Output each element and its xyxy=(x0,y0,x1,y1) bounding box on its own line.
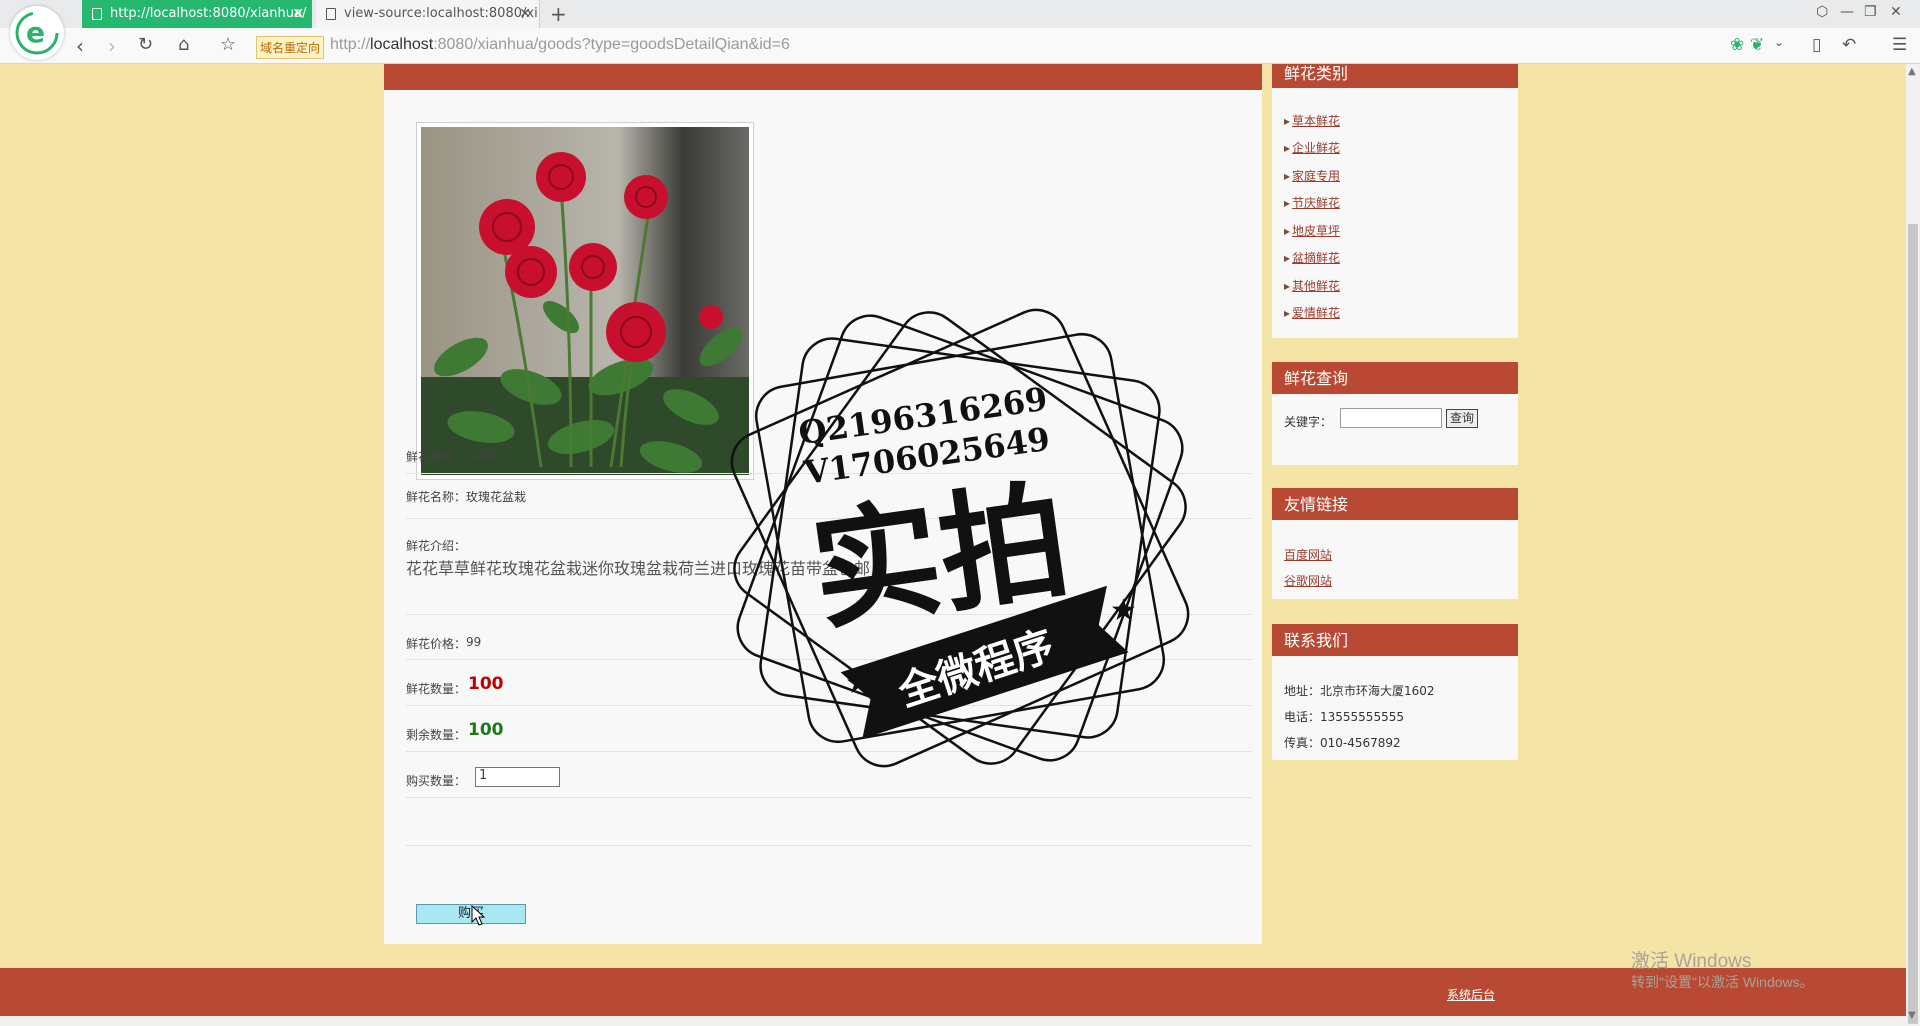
url-prefix: http:// xyxy=(330,36,371,53)
contact-phone: 电话：13555555555 xyxy=(1284,710,1404,724)
close-icon[interactable]: ✕ xyxy=(292,0,304,28)
new-tab-plus-icon[interactable]: + xyxy=(550,2,567,26)
product-intro-row: 鲜花介绍： 花花草草鲜花玫瑰花盆栽迷你玫瑰盆栽荷兰进口玫瑰花苗带盆包邮 xyxy=(406,519,1252,615)
friend-links-title: 友情链接 xyxy=(1272,488,1518,522)
category-link-lawn[interactable]: 地皮草坪 xyxy=(1284,222,1340,239)
search-title: 鲜花查询 xyxy=(1272,362,1518,396)
page-scrollbar[interactable]: ▲ ▼ xyxy=(1906,64,1920,1026)
product-quantity-label: 鲜花数量： xyxy=(406,682,467,696)
product-name-label: 鲜花名称： xyxy=(406,490,467,504)
admin-link[interactable]: 系统后台 xyxy=(1447,986,1495,1003)
product-price-label: 鲜花价格： xyxy=(406,637,467,651)
product-number-label: 鲜花编号： xyxy=(406,450,467,464)
contact-fax: 传真：010-4567892 xyxy=(1284,736,1401,750)
browser-tab-bar: http://localhost:8080/xianhua/ ✕ view-so… xyxy=(0,0,1920,28)
tab-goods-detail[interactable]: http://localhost:8080/xianhua/ ✕ xyxy=(82,0,312,28)
contact-address: 地址：北京市环海大厦1602 xyxy=(1284,684,1435,698)
product-price-row: 鲜花价格： 99 xyxy=(406,615,1252,660)
scroll-thumb[interactable] xyxy=(1908,224,1918,1024)
search-box: 鲜花查询 关键字： 查询 xyxy=(1272,362,1518,465)
address-bar[interactable]: http://localhost:8080/xianhua/goods?type… xyxy=(330,36,790,54)
keyword-input[interactable] xyxy=(1340,408,1442,428)
page-icon xyxy=(92,8,102,20)
status-bar xyxy=(0,1016,1920,1026)
favorite-star-icon[interactable]: ☆ xyxy=(220,34,236,55)
link-google[interactable]: 谷歌网站 xyxy=(1284,572,1332,589)
friend-links-box: 友情链接 百度网站 谷歌网站 xyxy=(1272,488,1518,599)
browser-logo-icon[interactable]: e xyxy=(10,6,64,60)
undo-icon[interactable]: ↶ xyxy=(1842,35,1856,55)
svg-text:e: e xyxy=(26,16,45,49)
home-icon[interactable]: ⌂ xyxy=(178,34,189,55)
category-link-potted[interactable]: 盆摘鲜花 xyxy=(1284,249,1340,266)
restore-icon[interactable]: ❐ xyxy=(1864,4,1877,20)
product-remaining-label: 剩余数量： xyxy=(406,728,467,742)
product-number-row: 鲜花编号： 1006 xyxy=(406,424,1252,474)
product-quantity-value: 100 xyxy=(468,674,504,694)
menu-icon[interactable]: ☰ xyxy=(1892,35,1907,55)
category-link-festival[interactable]: 节庆鲜花 xyxy=(1284,194,1340,211)
contact-box: 联系我们 地址：北京市环海大厦1602 电话：13555555555 传真：01… xyxy=(1272,624,1518,760)
keyword-label: 关键字： xyxy=(1284,415,1333,429)
refresh-icon[interactable]: ↻ xyxy=(138,34,153,55)
category-link-home[interactable]: 家庭专用 xyxy=(1284,167,1340,184)
browser-toolbar: ‹ › ↻ ⌂ ☆ 域名重定向 http://localhost:8080/xi… xyxy=(0,28,1920,64)
windows-activation-subtitle: 转到"设置"以激活 Windows。 xyxy=(1631,974,1814,990)
product-number-value: 1006 xyxy=(466,448,497,462)
tab-label: view-source:localhost:8080/xi xyxy=(344,6,538,21)
buy-quantity-input[interactable]: 1 xyxy=(475,767,560,787)
product-quantity-row: 鲜花数量： 100 xyxy=(406,660,1252,706)
page-icon xyxy=(326,8,336,20)
redirect-badge[interactable]: 域名重定向 xyxy=(256,36,325,59)
category-title: 鲜花类别 xyxy=(1272,64,1518,90)
category-link-enterprise[interactable]: 企业鲜花 xyxy=(1284,139,1340,156)
contact-title: 联系我们 xyxy=(1272,624,1518,658)
skin-icon[interactable]: ⬡ xyxy=(1816,4,1828,20)
buy-quantity-row: 购买数量： 1 xyxy=(406,752,1252,798)
scroll-up-icon[interactable]: ▲ xyxy=(1908,66,1916,77)
buy-quantity-label: 购买数量： xyxy=(406,774,467,788)
tab-label: http://localhost:8080/xianhua/ xyxy=(110,6,307,21)
rose-photo xyxy=(421,127,749,475)
link-baidu[interactable]: 百度网站 xyxy=(1284,546,1332,563)
product-intro-label: 鲜花介绍： xyxy=(406,539,467,553)
extension-icon[interactable]: ❀ xyxy=(1730,35,1744,55)
product-name-row: 鲜花名称： 玫瑰花盆栽 xyxy=(406,474,1252,519)
panel-header-bar xyxy=(384,64,1262,90)
scroll-down-icon[interactable]: ▼ xyxy=(1908,1010,1916,1021)
close-window-icon[interactable]: ✕ xyxy=(1890,4,1902,20)
windows-activation-title: 激活 Windows xyxy=(1631,951,1752,972)
leaf-icon[interactable]: ❦ xyxy=(1750,35,1764,55)
category-link-other[interactable]: 其他鲜花 xyxy=(1284,277,1340,294)
goods-detail-panel: 鲜花编号： 1006 鲜花名称： 玫瑰花盆栽 鲜花介绍： 花花草草鲜花玫瑰花盆栽… xyxy=(384,64,1262,944)
reader-icon[interactable]: ▯ xyxy=(1812,35,1821,55)
product-remaining-row: 剩余数量： 100 xyxy=(406,706,1252,752)
buy-button-row xyxy=(406,798,1252,846)
tab-view-source[interactable]: view-source:localhost:8080/xi ✕ xyxy=(316,0,540,28)
product-intro-text: 花花草草鲜花玫瑰花盆栽迷你玫瑰盆栽荷兰进口玫瑰花苗带盆包邮 xyxy=(406,559,871,578)
category-link-herbal[interactable]: 草本鲜花 xyxy=(1284,112,1340,129)
mouse-cursor-icon xyxy=(471,905,485,926)
page-footer: 系统后台 xyxy=(0,968,1906,1016)
category-box: 鲜花类别 草本鲜花 企业鲜花 家庭专用 节庆鲜花 地皮草坪 盆摘鲜花 其他鲜花 … xyxy=(1272,64,1518,338)
back-icon[interactable]: ‹ xyxy=(76,34,84,58)
forward-icon[interactable]: › xyxy=(108,34,116,58)
category-link-love[interactable]: 爱情鲜花 xyxy=(1284,304,1340,321)
search-button[interactable]: 查询 xyxy=(1446,409,1478,428)
chevron-down-icon[interactable]: ⌄ xyxy=(1774,35,1784,49)
close-icon[interactable]: ✕ xyxy=(519,0,531,28)
product-price-value: 99 xyxy=(466,635,482,649)
url-path: :8080/xianhua/goods?type=goodsDetailQian… xyxy=(433,36,790,53)
product-name-value: 玫瑰花盆栽 xyxy=(466,490,527,504)
url-host: localhost xyxy=(370,36,434,53)
product-remaining-value: 100 xyxy=(468,720,504,740)
minimize-icon[interactable]: — xyxy=(1840,4,1854,20)
